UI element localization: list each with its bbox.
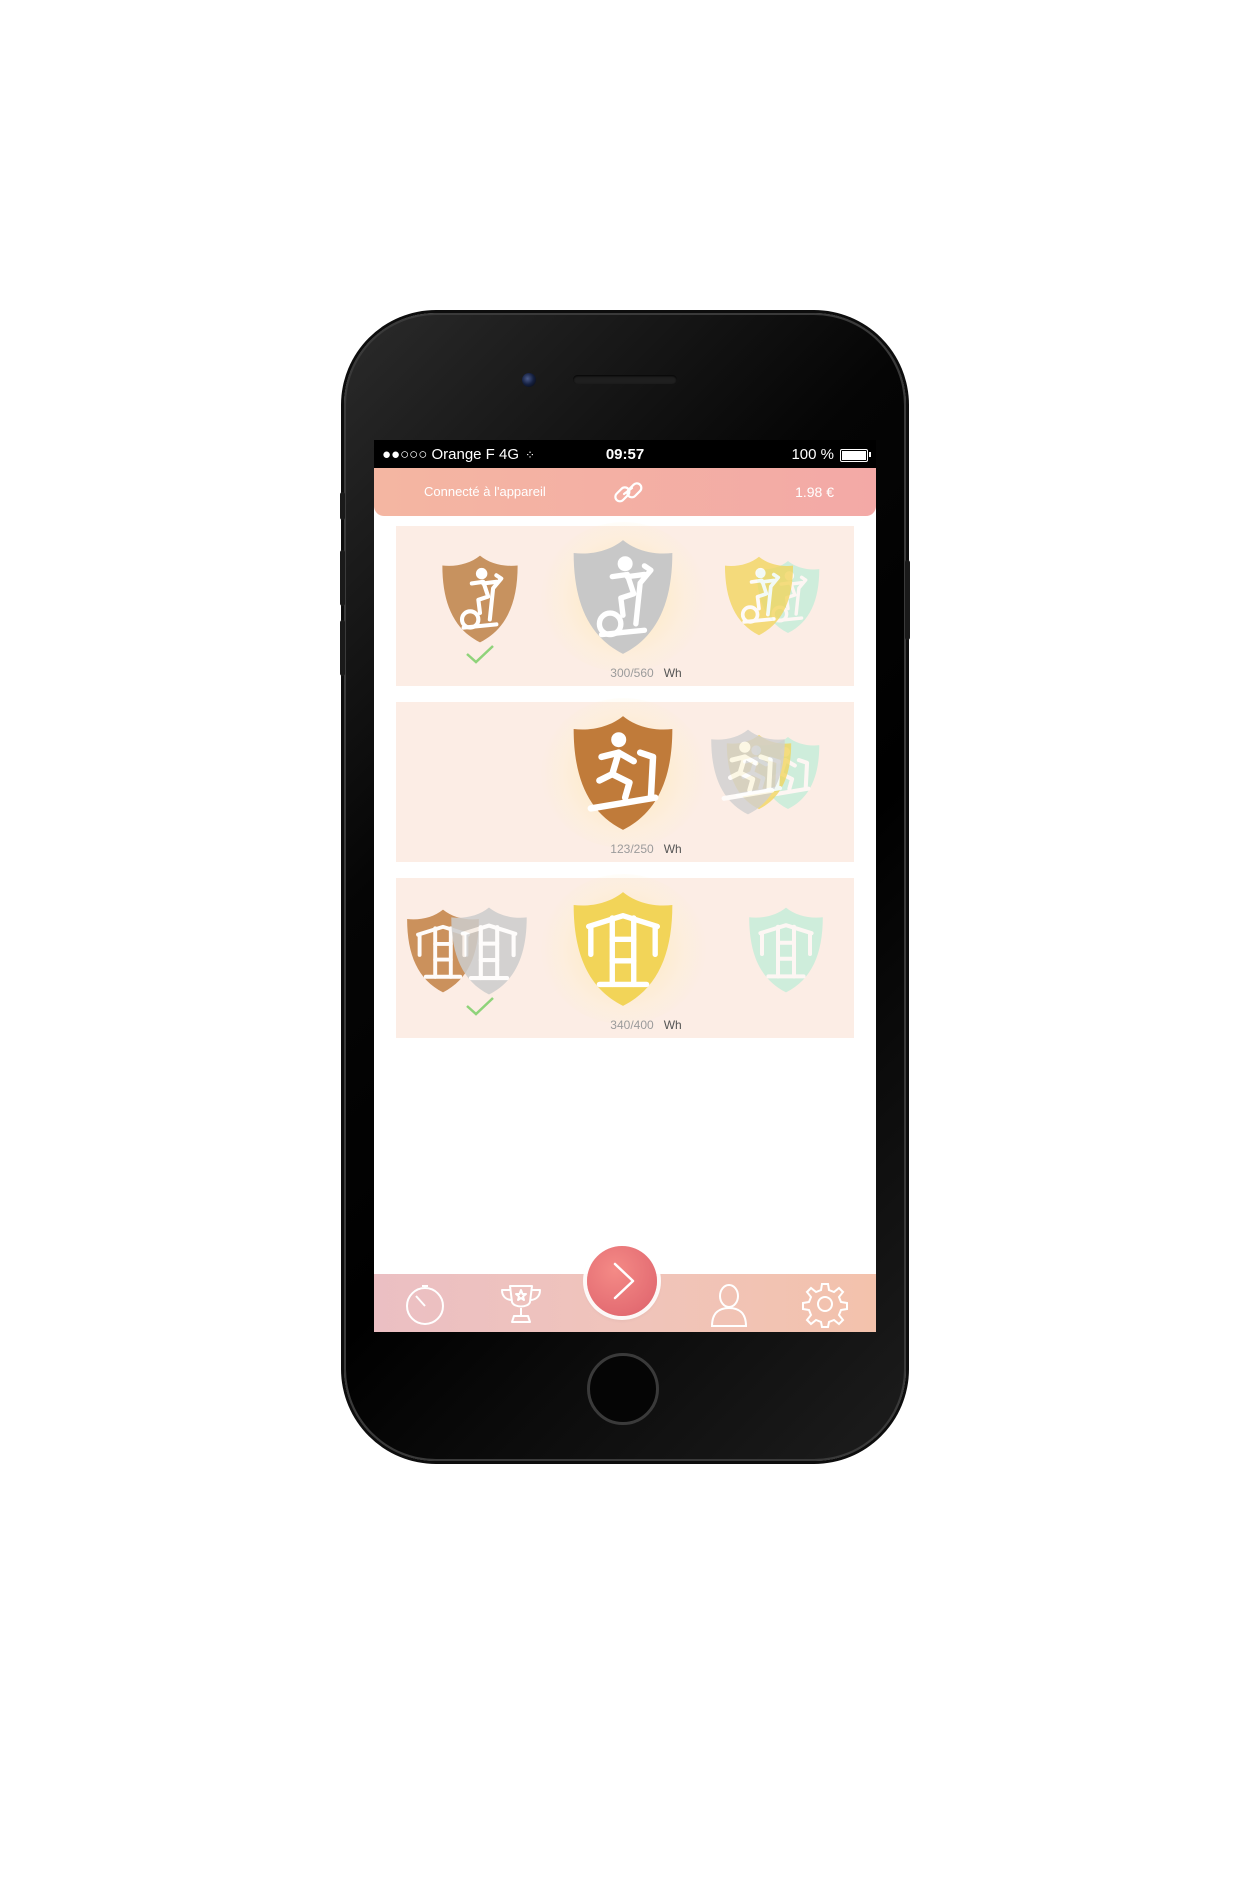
progress-label: 300/560 Wh bbox=[610, 666, 682, 680]
progress-label: 340/400 Wh bbox=[610, 1018, 682, 1032]
earpiece-speaker bbox=[573, 375, 677, 384]
badge-row-treadmill[interactable]: 123/250 Wh bbox=[396, 698, 854, 862]
mint-weights-badge-icon[interactable] bbox=[746, 906, 826, 994]
badge-row-weight-machine[interactable]: 340/400 Wh bbox=[396, 874, 854, 1038]
silver-weights-badge-icon[interactable] bbox=[448, 904, 530, 998]
next-button[interactable] bbox=[587, 1246, 657, 1316]
progress-label: 123/250 Wh bbox=[610, 842, 682, 856]
gear-icon[interactable] bbox=[800, 1280, 850, 1328]
silver-treadmill-badge-icon[interactable] bbox=[708, 728, 788, 816]
status-bar: ●●○○○ Orange F 4G ⁘ 09:57 100 % bbox=[374, 440, 876, 468]
stopwatch-icon[interactable] bbox=[400, 1280, 450, 1328]
battery-icon bbox=[840, 449, 868, 462]
app-screen: ●●○○○ Orange F 4G ⁘ 09:57 100 % Connecté … bbox=[374, 440, 876, 1332]
gold-bike-badge-icon[interactable] bbox=[722, 552, 796, 640]
volume-up-button bbox=[340, 550, 345, 606]
connection-status: Connecté à l'appareil bbox=[424, 484, 546, 499]
badge-row-exercise-bike[interactable]: 300/560 Wh bbox=[396, 522, 854, 686]
trophy-icon[interactable] bbox=[496, 1280, 546, 1328]
bronze-bike-badge-icon[interactable] bbox=[438, 554, 522, 644]
connection-bar: Connecté à l'appareil 1.98 € bbox=[374, 468, 876, 516]
front-camera bbox=[522, 373, 536, 387]
chevron-right-icon bbox=[613, 1262, 635, 1300]
volume-down-button bbox=[340, 620, 345, 676]
user-icon[interactable] bbox=[704, 1280, 754, 1328]
battery-tip bbox=[869, 452, 871, 457]
home-button[interactable] bbox=[587, 1353, 659, 1425]
checkmark-icon bbox=[466, 645, 494, 664]
power-button bbox=[905, 560, 910, 640]
tab-bar bbox=[374, 1246, 876, 1332]
gold-weights-badge-icon[interactable] bbox=[568, 890, 678, 1008]
battery-percentage: 100 % bbox=[791, 446, 834, 463]
mute-switch bbox=[340, 492, 345, 520]
link-icon[interactable] bbox=[608, 476, 648, 510]
balance-amount: 1.98 € bbox=[795, 484, 834, 500]
silver-bike-badge-icon[interactable] bbox=[568, 538, 678, 656]
checkmark-icon bbox=[466, 997, 494, 1016]
bronze-treadmill-badge-icon[interactable] bbox=[568, 714, 678, 832]
